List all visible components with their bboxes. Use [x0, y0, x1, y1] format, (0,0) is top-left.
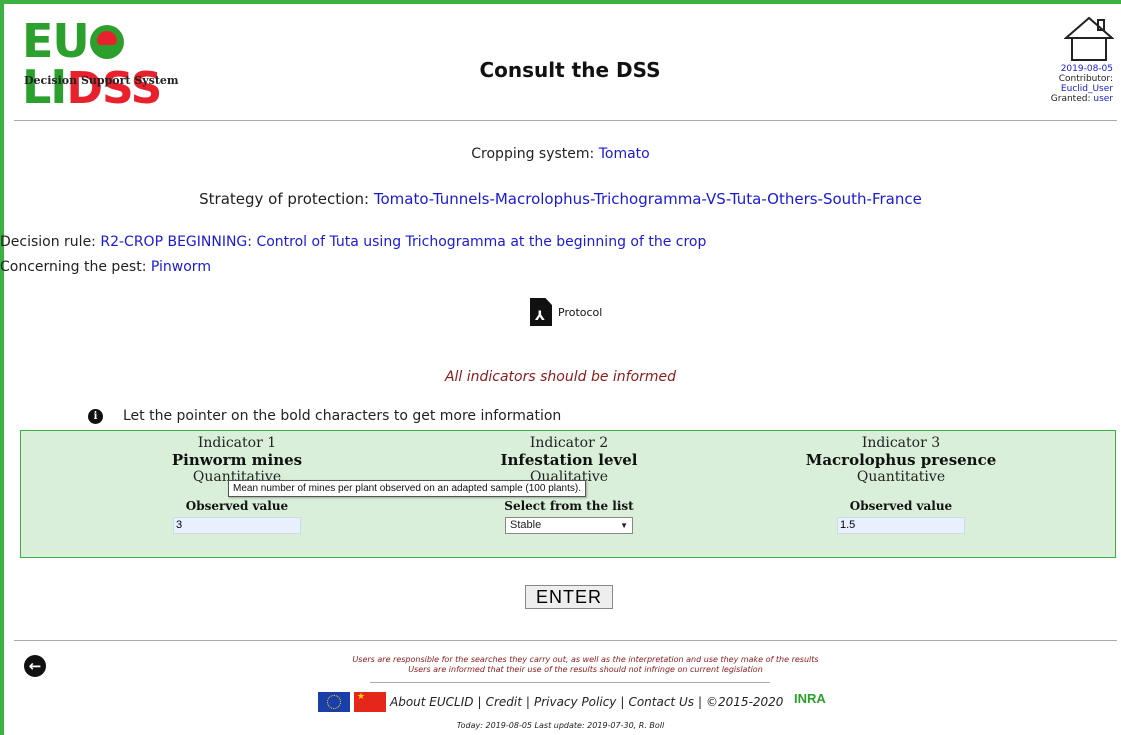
indicator-2-field-label: Select from the list	[504, 499, 634, 513]
indicator-3-field-label: Observed value	[849, 499, 953, 513]
indicator-3-input[interactable]	[837, 516, 965, 534]
decision-rule-label: Decision rule:	[0, 234, 96, 250]
copyright-text: ©2015-2020	[706, 695, 784, 709]
indicator-2-selected-value: Stable	[510, 519, 542, 531]
granted-value: user	[1093, 94, 1113, 104]
indicator-1-field-label: Observed value	[185, 499, 289, 513]
cropping-value: Tomato	[598, 146, 650, 162]
pdf-icon: ⅄	[530, 298, 552, 326]
indicator-3: Indicator 3 Macrolophus presence Quantit…	[751, 435, 1051, 534]
user-info: 2019-08-05 Contributor: Euclid_User Gran…	[1051, 64, 1113, 104]
today-line: Today: 2019-08-05 Last update: 2019-07-3…	[456, 721, 665, 730]
decision-rule-value: R2-CROP BEGINNING: Control of Tuta using…	[100, 234, 707, 250]
indicator-1-number: Indicator 1	[197, 435, 277, 451]
cropping-system-line: Cropping system: Tomato	[0, 146, 1121, 162]
protocol-link[interactable]: ⅄ Protocol	[530, 298, 602, 326]
indicator-3-name[interactable]: Macrolophus presence	[751, 451, 1051, 469]
indicator-1-name[interactable]: Pinworm mines	[87, 451, 387, 469]
footer-separator: |	[697, 695, 703, 709]
info-icon: i	[88, 408, 103, 424]
logo-text-d: D	[66, 63, 103, 114]
contributor-label: Contributor:	[1058, 74, 1113, 84]
credit-link[interactable]: Credit	[486, 695, 522, 709]
eu-flag-icon	[318, 692, 350, 712]
contributor-name[interactable]: Euclid_User	[1051, 84, 1113, 94]
home-icon[interactable]	[1064, 14, 1114, 64]
logo-text-ss: SS	[101, 63, 162, 114]
granted-label: Granted:	[1050, 94, 1091, 104]
indicator-2-name[interactable]: Infestation level	[419, 451, 719, 469]
inra-logo[interactable]: INRA	[794, 691, 826, 706]
about-link[interactable]: About EUCLID	[390, 695, 474, 709]
hint-text: Let the pointer on the bold characters t…	[123, 408, 562, 424]
disclaimer-1: Users are responsible for the searches t…	[352, 655, 819, 664]
china-flag-icon	[354, 692, 386, 712]
pest-line: Concerning the pest: Pinworm	[0, 259, 211, 275]
enter-button[interactable]: ENTER	[525, 585, 613, 609]
decision-rule-line: Decision rule: R2-CROP BEGINNING: Contro…	[0, 234, 706, 250]
indicator-1-input[interactable]	[173, 516, 301, 534]
footer-separator: |	[525, 695, 530, 709]
disclaimer-2: Users are informed that their use of the…	[408, 665, 763, 674]
footer-sub-divider	[370, 682, 770, 683]
page-title: Consult the DSS	[479, 58, 661, 82]
indicator-2-select[interactable]: Stable ▼	[505, 516, 633, 534]
warning-message: All indicators should be informed	[444, 369, 677, 385]
footer-separator: |	[477, 695, 482, 709]
footer-divider	[14, 640, 1117, 641]
strategy-label: Strategy of protection:	[199, 190, 370, 208]
footer-separator: |	[620, 695, 625, 709]
logo-tagline: Decision Support System	[24, 74, 179, 87]
cropping-label: Cropping system:	[471, 146, 595, 162]
indicator-3-kind: Quantitative	[856, 469, 946, 485]
euclid-logo[interactable]: EULIDSS Decision Support System	[22, 18, 262, 111]
pest-value: Pinworm	[150, 259, 211, 275]
protocol-label: Protocol	[558, 305, 603, 319]
chevron-down-icon: ▼	[620, 520, 628, 530]
contact-link[interactable]: Contact Us	[628, 695, 694, 709]
indicator-2-number: Indicator 2	[529, 435, 609, 451]
user-date: 2019-08-05	[1060, 64, 1113, 74]
privacy-link[interactable]: Privacy Policy	[534, 695, 616, 709]
header-divider	[14, 120, 1117, 121]
frame-left-border	[0, 0, 4, 735]
logo-text-li: LI	[22, 60, 67, 114]
pest-label: Concerning the pest:	[0, 259, 147, 275]
tomato-logo-icon	[89, 25, 124, 59]
indicator-tooltip: Mean number of mines per plant observed …	[228, 480, 586, 497]
strategy-value: Tomato-Tunnels-Macrolophus-Trichogramma-…	[373, 190, 922, 208]
hint-line: i Let the pointer on the bold characters…	[88, 408, 561, 424]
frame-top-border	[0, 0, 1121, 4]
strategy-line: Strategy of protection: Tomato-Tunnels-M…	[0, 190, 1121, 208]
footer-links: About EUCLID | Credit | Privacy Policy |…	[318, 692, 783, 712]
indicator-3-number: Indicator 3	[861, 435, 941, 451]
